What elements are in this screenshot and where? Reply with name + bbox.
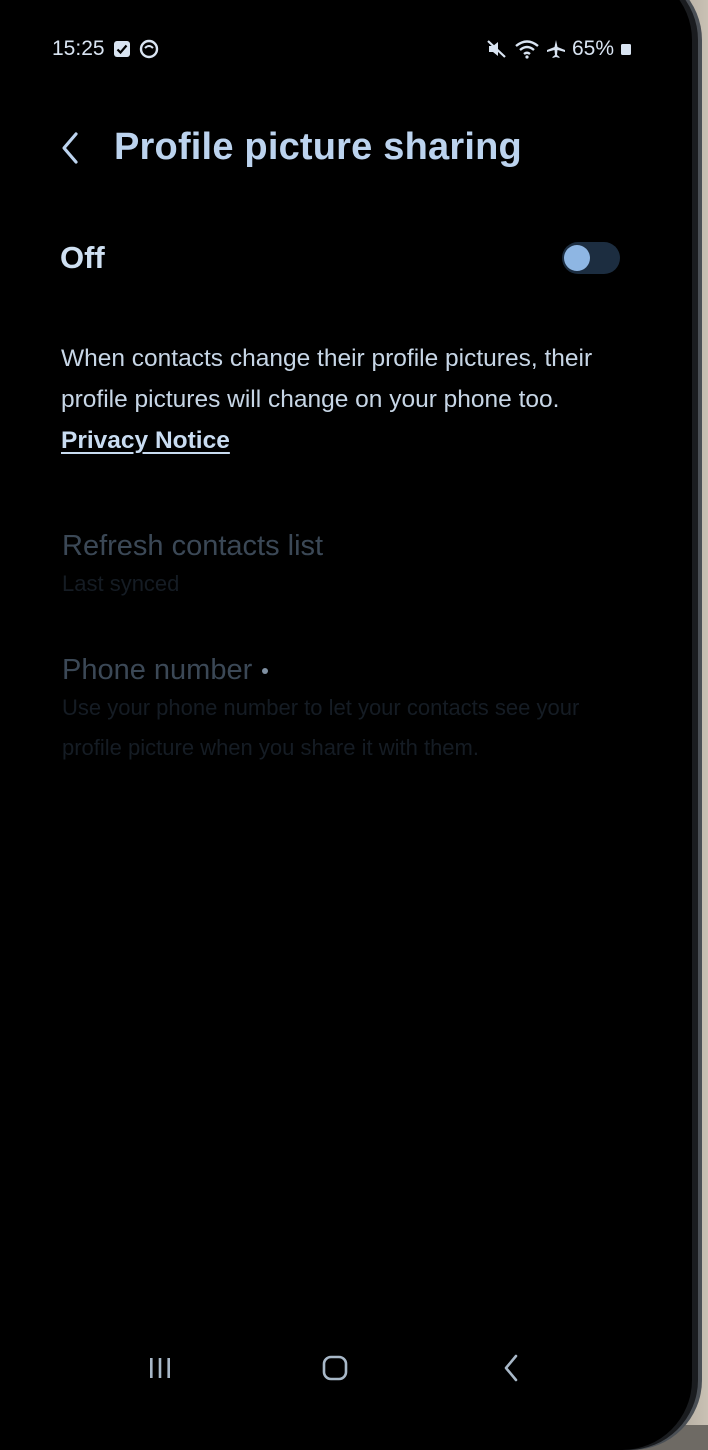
phone-number-title: Phone number [62, 654, 253, 686]
phone-frame: 15:25 65% Profile picture sharing Off Wh… [0, 0, 692, 1450]
master-toggle-switch[interactable] [562, 242, 620, 274]
checkbox-notification-icon [113, 40, 131, 58]
phone-number-subtitle: Use your phone number to let your contac… [62, 695, 580, 760]
refresh-contacts-item: Refresh contacts list Last synced [62, 528, 622, 604]
recents-icon[interactable] [130, 1340, 190, 1396]
page-title: Profile picture sharing [114, 126, 522, 168]
wifi-icon [514, 39, 540, 59]
master-toggle-label: Off [60, 240, 105, 275]
back-icon[interactable] [482, 1340, 542, 1396]
new-indicator-dot [262, 668, 269, 675]
screen: 15:25 65% Profile picture sharing Off Wh… [0, 0, 692, 1395]
airplane-mode-icon [546, 39, 566, 59]
app-bar: Profile picture sharing [56, 126, 522, 169]
master-toggle-row[interactable]: Off [60, 232, 622, 284]
battery-icon [620, 41, 632, 57]
description-text: When contacts change their profile pictu… [61, 345, 593, 413]
description: When contacts change their profile pictu… [61, 338, 621, 461]
privacy-notice-link[interactable]: Privacy Notice [61, 427, 230, 454]
battery-percentage: 65% [571, 37, 614, 60]
refresh-contacts-subtitle: Last synced [62, 571, 180, 596]
home-icon[interactable] [305, 1340, 365, 1396]
sync-circle-icon [139, 39, 159, 59]
switch-knob [564, 245, 590, 271]
status-right: 65% [486, 37, 632, 61]
status-left: 15:25 [52, 37, 159, 61]
phone-number-item: Phone number Use your phone number to le… [62, 652, 622, 768]
status-bar: 15:25 65% [52, 34, 632, 64]
refresh-contacts-title: Refresh contacts list [62, 530, 324, 562]
chevron-left-icon[interactable] [56, 128, 86, 168]
status-time: 15:25 [52, 37, 105, 60]
phone-number-title-row: Phone number [62, 652, 622, 688]
navigation-bar [0, 1340, 692, 1396]
mute-icon [486, 39, 508, 59]
